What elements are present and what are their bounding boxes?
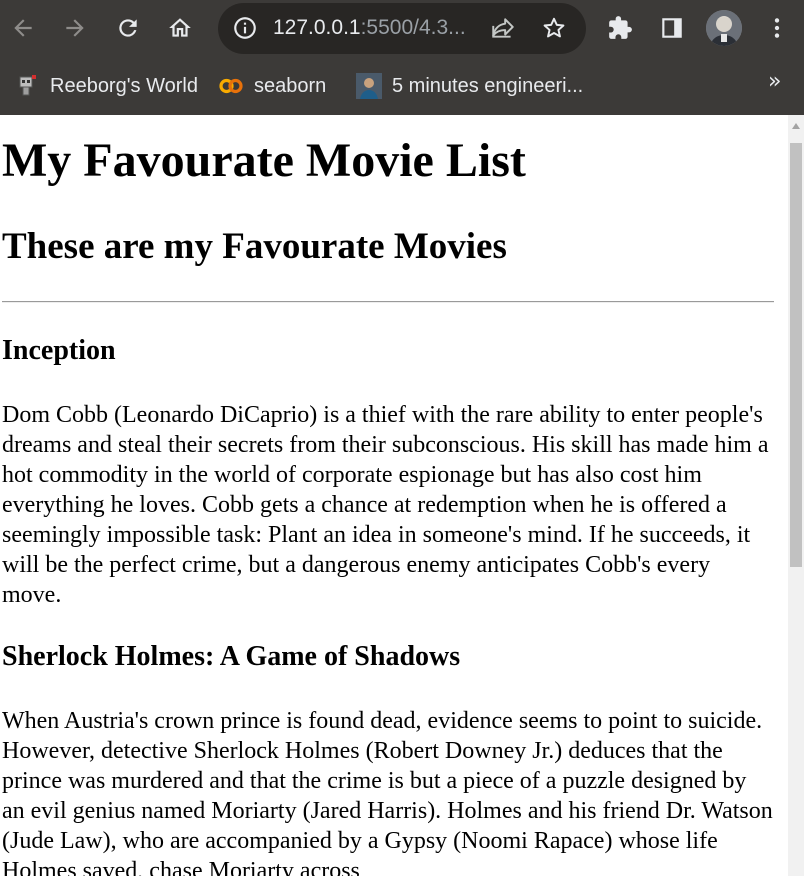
menu-button[interactable] xyxy=(759,10,795,46)
reload-icon xyxy=(119,19,137,37)
kebab-menu-icon xyxy=(774,18,780,38)
site-info-icon[interactable] xyxy=(232,15,258,41)
reload-button[interactable] xyxy=(110,10,146,46)
movie-title: Sherlock Holmes: A Game of Shadows xyxy=(2,641,461,672)
url-host: 127.0.0.1 xyxy=(273,16,361,39)
movie-description: When Austria's crown prince is found dea… xyxy=(2,708,773,876)
bookmark-star-icon[interactable] xyxy=(541,15,567,45)
forward-arrow-icon xyxy=(66,19,84,37)
address-bar[interactable]: 127.0.0.1:5500/4.3... xyxy=(218,3,586,54)
profile-avatar[interactable] xyxy=(706,10,742,46)
home-button[interactable] xyxy=(162,10,198,46)
side-panel-button[interactable] xyxy=(654,10,690,46)
back-button[interactable] xyxy=(5,10,41,46)
horizontal-rule xyxy=(2,301,774,303)
avatar-image-icon xyxy=(706,10,742,46)
movie-title: Inception xyxy=(2,335,116,366)
bookmark-5-minutes-engineering[interactable]: 5 minutes engineeri... xyxy=(356,71,583,101)
bookmarks-bar: Reeborg's World seaborn 5 minutes engine… xyxy=(0,57,804,115)
person-icon xyxy=(356,73,382,99)
url-text[interactable]: 127.0.0.1:5500/4.3... xyxy=(273,16,473,40)
bookmark-label: 5 minutes engineeri... xyxy=(392,74,584,97)
more-bookmarks-button[interactable]: » xyxy=(768,69,781,94)
puzzle-icon xyxy=(609,16,632,39)
side-panel-icon xyxy=(662,18,682,38)
vertical-scrollbar[interactable] xyxy=(788,115,804,876)
scroll-up-arrow-icon[interactable] xyxy=(788,115,804,137)
page-subtitle: These are my Favourate Movies xyxy=(2,226,507,267)
bookmark-label: Reeborg's World xyxy=(50,74,198,97)
movie-description: Dom Cobb (Leonardo DiCaprio) is a thief … xyxy=(2,402,769,608)
home-icon xyxy=(169,18,191,37)
forward-button[interactable] xyxy=(57,10,93,46)
share-icon[interactable] xyxy=(490,15,516,45)
colab-icon xyxy=(218,73,244,99)
bookmark-reeborg[interactable]: Reeborg's World xyxy=(14,71,198,101)
page-viewport: My Favourate Movie List These are my Fav… xyxy=(0,115,788,876)
url-path: :5500/4.3... xyxy=(360,16,466,39)
bookmark-label: seaborn xyxy=(254,74,327,97)
page-title: My Favourate Movie List xyxy=(2,134,526,187)
scrollbar-thumb[interactable] xyxy=(790,143,802,567)
robot-icon xyxy=(14,73,40,99)
bookmark-seaborn[interactable]: seaborn xyxy=(218,71,326,101)
back-arrow-icon xyxy=(14,19,32,37)
browser-toolbar: 127.0.0.1:5500/4.3... xyxy=(0,0,804,57)
extensions-button[interactable] xyxy=(602,10,638,46)
